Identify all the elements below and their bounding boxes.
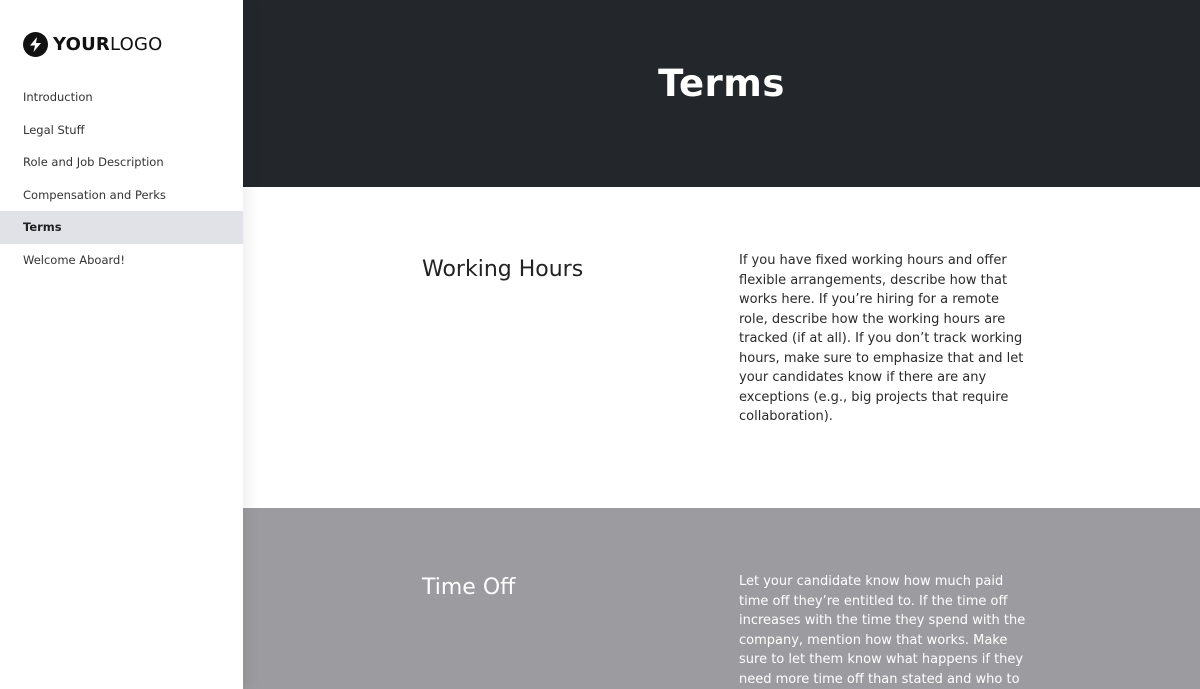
section-time-off: Time Off Let your candidate know how muc…	[243, 508, 1200, 689]
sidebar-item-compensation-and-perks[interactable]: Compensation and Perks	[0, 179, 243, 212]
sidebar-item-welcome-aboard[interactable]: Welcome Aboard!	[0, 244, 243, 277]
section-title: Working Hours	[422, 257, 584, 282]
section-working-hours: Working Hours If you have fixed working …	[243, 187, 1200, 508]
lightning-bolt-icon	[23, 31, 48, 57]
section-title: Time Off	[422, 575, 516, 600]
sidebar-item-role-and-job-description[interactable]: Role and Job Description	[0, 146, 243, 179]
page-title: Terms	[658, 62, 785, 105]
page-header: Terms	[243, 0, 1200, 187]
sidebar-item-legal-stuff[interactable]: Legal Stuff	[0, 114, 243, 147]
section-body: If you have fixed working hours and offe…	[739, 253, 1024, 424]
logo[interactable]: YOURLOGO	[23, 31, 162, 57]
main-content: Terms Working Hours If you have fixed wo…	[243, 0, 1200, 689]
section-body: Let your candidate know how much paid ti…	[739, 574, 1026, 687]
sidebar: YOURLOGO Introduction Legal Stuff Role a…	[0, 0, 243, 689]
sidebar-item-terms[interactable]: Terms	[0, 211, 243, 244]
sidebar-item-introduction[interactable]: Introduction	[0, 81, 243, 114]
app: YOURLOGO Introduction Legal Stuff Role a…	[0, 0, 1200, 689]
logo-text: YOURLOGO	[53, 33, 163, 55]
sidebar-nav: Introduction Legal Stuff Role and Job De…	[0, 81, 243, 276]
